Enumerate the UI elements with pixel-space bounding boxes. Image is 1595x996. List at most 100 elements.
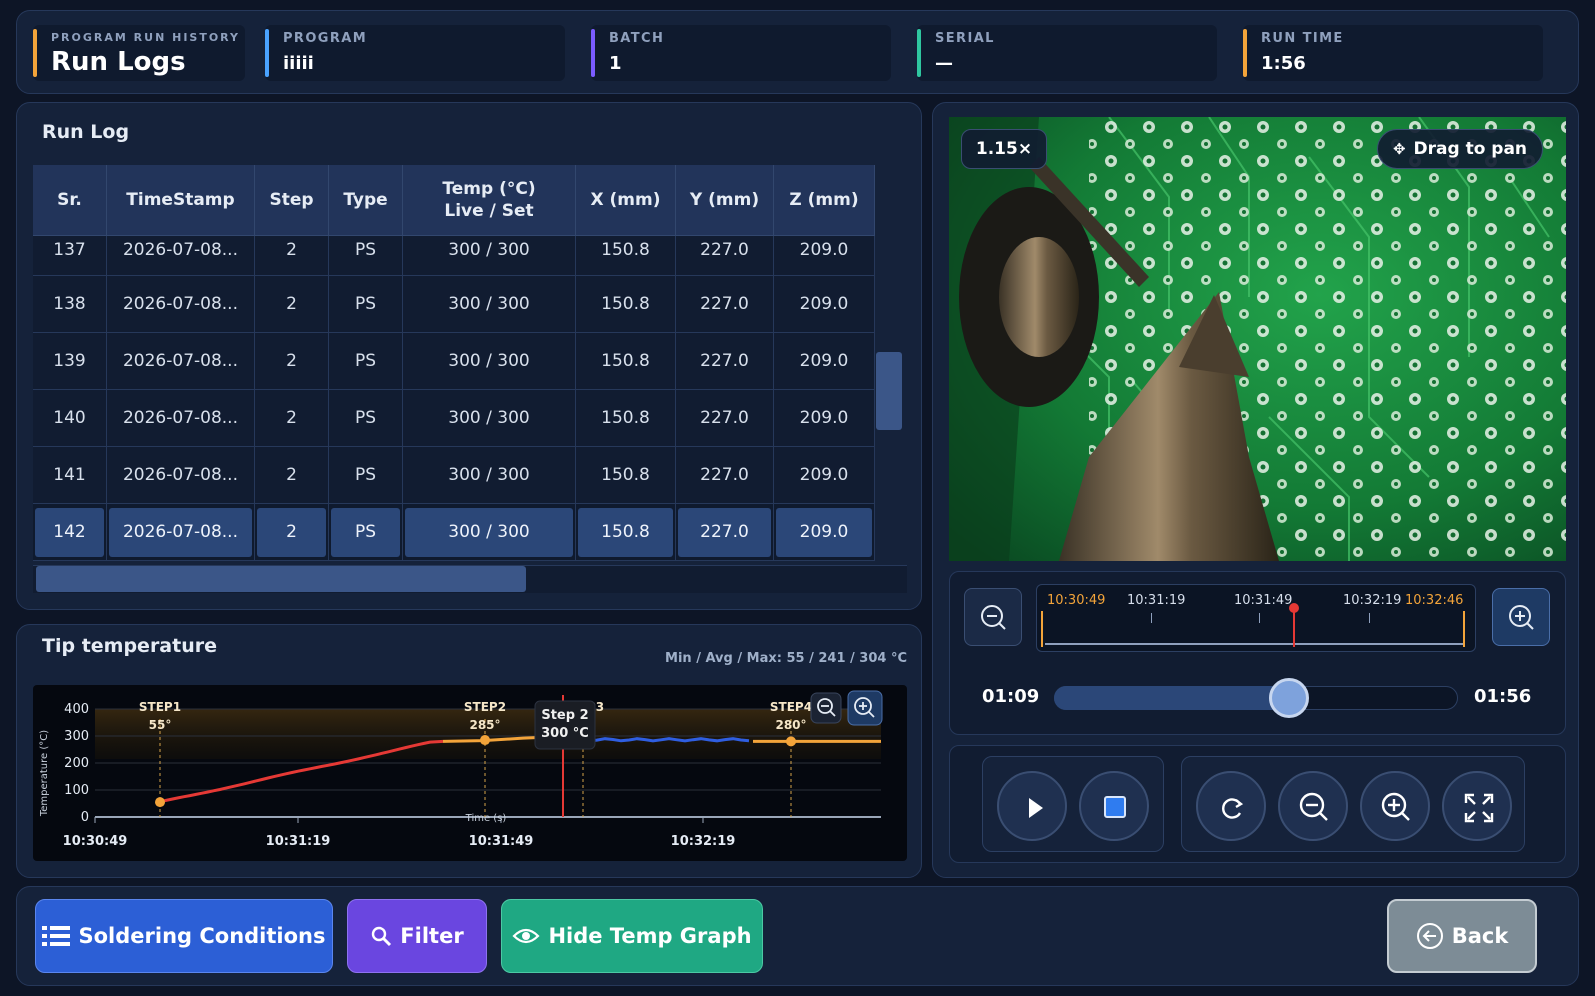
chart-zoom-in-icon[interactable] xyxy=(847,690,883,726)
eye-icon xyxy=(512,928,540,944)
col-header-timestamp[interactable]: TimeStamp xyxy=(107,165,255,236)
zoom-in-icon xyxy=(1509,605,1534,630)
cell-step: 2 xyxy=(255,276,329,333)
y-tick-label: 400 xyxy=(64,702,89,717)
program-box: PROGRAM iiiii xyxy=(265,25,565,81)
runtime-label: RUN TIME xyxy=(1261,31,1344,46)
vertical-scrollbar-thumb[interactable] xyxy=(876,352,902,430)
stop-button[interactable] xyxy=(1079,771,1149,841)
table-row[interactable]: 140 2026-07-08... 2 PS 300 / 300 150.8 2… xyxy=(33,390,875,447)
col-header-z[interactable]: Z (mm) xyxy=(774,165,875,236)
zoom-out-icon xyxy=(981,605,1006,630)
step-value: 280° xyxy=(775,718,806,732)
cell-timestamp: 2026-07-08... xyxy=(107,333,255,390)
step-point xyxy=(155,797,165,808)
step-label: STEP4 xyxy=(770,700,812,714)
filter-button[interactable]: Filter xyxy=(347,899,487,973)
serial-label: SERIAL xyxy=(935,31,995,46)
search-icon xyxy=(372,926,392,947)
soldering-conditions-button[interactable]: Soldering Conditions xyxy=(35,899,333,973)
cell-x: 150.8 xyxy=(576,390,676,447)
col-header-type[interactable]: Type xyxy=(329,165,403,236)
cell-step-value: 2 xyxy=(257,507,326,557)
fullscreen-button[interactable] xyxy=(1442,771,1512,841)
timeline-playhead-knob[interactable] xyxy=(1289,603,1299,613)
back-arrow-icon xyxy=(1416,923,1443,949)
cell-timestamp: 2026-07-08... xyxy=(107,236,255,276)
back-button[interactable]: Back xyxy=(1387,899,1537,973)
cell-type: PS xyxy=(329,504,403,561)
page-title: Run Logs xyxy=(51,47,186,77)
step-value: 285° xyxy=(469,718,500,732)
timeline-label: 10:31:19 xyxy=(1127,593,1186,608)
table-row[interactable]: 138 2026-07-08... 2 PS 300 / 300 150.8 2… xyxy=(33,276,875,333)
timeline-end-marker xyxy=(1463,611,1465,647)
col-header-temp[interactable]: Temp (°C) Live / Set xyxy=(403,165,576,236)
zoom-in-button[interactable] xyxy=(1360,771,1430,841)
header-bar: PROGRAM RUN HISTORY Run Logs PROGRAM iii… xyxy=(16,10,1579,94)
cell-y: 227.0 xyxy=(676,504,774,561)
reset-view-button[interactable] xyxy=(1196,771,1266,841)
video-panel: 1.15× ✥ Drag to pan 10:30:49 10:31:19 10… xyxy=(932,102,1579,878)
temperature-chart[interactable]: 400 300 200 100 0 10:30:49 10:31:19 10:31:49 10… xyxy=(33,685,907,861)
zoom-out-icon xyxy=(1299,792,1328,821)
cell-timestamp: 2026-07-08... xyxy=(107,390,255,447)
y-tick-label: 200 xyxy=(64,756,89,771)
timeline-strip[interactable]: 10:30:49 10:31:19 10:31:49 10:32:19 10:3… xyxy=(1036,584,1476,652)
table-row[interactable]: 137 2026-07-08... 2 PS 300 / 300 150.8 2… xyxy=(33,236,875,276)
cell-temp-value: 300 / 300 xyxy=(405,507,573,557)
program-value: iiiii xyxy=(283,53,314,74)
play-button[interactable] xyxy=(997,771,1067,841)
hide-temp-graph-button[interactable]: Hide Temp Graph xyxy=(501,899,763,973)
total-time: 01:56 xyxy=(1474,686,1532,707)
cell-x: 150.8 xyxy=(576,333,676,390)
cell-timestamp: 2026-07-08... xyxy=(107,276,255,333)
cell-z: 209.0 xyxy=(774,276,875,333)
timeline-start-marker xyxy=(1041,611,1043,647)
timeline-panel: 10:30:49 10:31:19 10:31:49 10:32:19 10:3… xyxy=(949,571,1566,735)
chart-zoom-out-icon[interactable] xyxy=(810,692,842,724)
timeline-playhead[interactable] xyxy=(1293,607,1295,647)
camera-view[interactable]: 1.15× ✥ Drag to pan xyxy=(949,117,1566,561)
x-tick-label: 10:31:19 xyxy=(266,834,331,849)
horizontal-scrollbar-thumb[interactable] xyxy=(36,566,526,592)
cell-type: PS xyxy=(329,333,403,390)
footer-bar: Soldering Conditions Filter Hide Temp Gr… xyxy=(16,886,1579,986)
cell-sr: 137 xyxy=(33,236,107,276)
y-tick-label: 0 xyxy=(81,810,89,825)
cell-temp: 300 / 300 xyxy=(403,276,576,333)
batch-box: BATCH 1 xyxy=(591,25,891,81)
nozzle-tip xyxy=(999,237,1079,357)
y-axis: 400 300 200 100 0 xyxy=(64,702,89,825)
col-header-step[interactable]: Step xyxy=(255,165,329,236)
cell-y-value: 227.0 xyxy=(678,507,771,557)
view-controls-group xyxy=(1181,756,1525,852)
cell-type: PS xyxy=(329,276,403,333)
zoom-in-icon xyxy=(1381,792,1410,821)
accent-bar xyxy=(265,29,269,77)
timeline-zoom-in-button[interactable] xyxy=(1492,588,1550,646)
seek-slider-thumb[interactable] xyxy=(1269,678,1309,718)
col-header-x[interactable]: X (mm) xyxy=(576,165,676,236)
timeline-zoom-out-button[interactable] xyxy=(964,588,1022,646)
cell-y: 227.0 xyxy=(676,236,774,276)
serial-box: SERIAL — xyxy=(917,25,1217,81)
cell-x: 150.8 xyxy=(576,504,676,561)
zoom-out-button[interactable] xyxy=(1278,771,1348,841)
step-point xyxy=(480,735,490,746)
cell-step: 2 xyxy=(255,504,329,561)
cell-type-value: PS xyxy=(331,507,400,557)
soldering-conditions-label: Soldering Conditions xyxy=(78,924,326,948)
col-header-y[interactable]: Y (mm) xyxy=(676,165,774,236)
cell-timestamp: 2026-07-08... xyxy=(107,504,255,561)
cell-step: 2 xyxy=(255,333,329,390)
cell-sr: 142 xyxy=(33,504,107,561)
cell-temp: 300 / 300 xyxy=(403,447,576,504)
run-log-table-viewport[interactable]: Sr. TimeStamp Step Type Temp (°C) Live /… xyxy=(33,165,875,563)
table-row-selected[interactable]: 142 2026-07-08... 2 PS 300 / 300 150.8 2… xyxy=(33,504,875,561)
table-row[interactable]: 141 2026-07-08... 2 PS 300 / 300 150.8 2… xyxy=(33,447,875,504)
table-row[interactable]: 139 2026-07-08... 2 PS 300 / 300 150.8 2… xyxy=(33,333,875,390)
move-icon: ✥ xyxy=(1392,140,1406,158)
accent-bar xyxy=(591,29,595,77)
col-header-sr[interactable]: Sr. xyxy=(33,165,107,236)
